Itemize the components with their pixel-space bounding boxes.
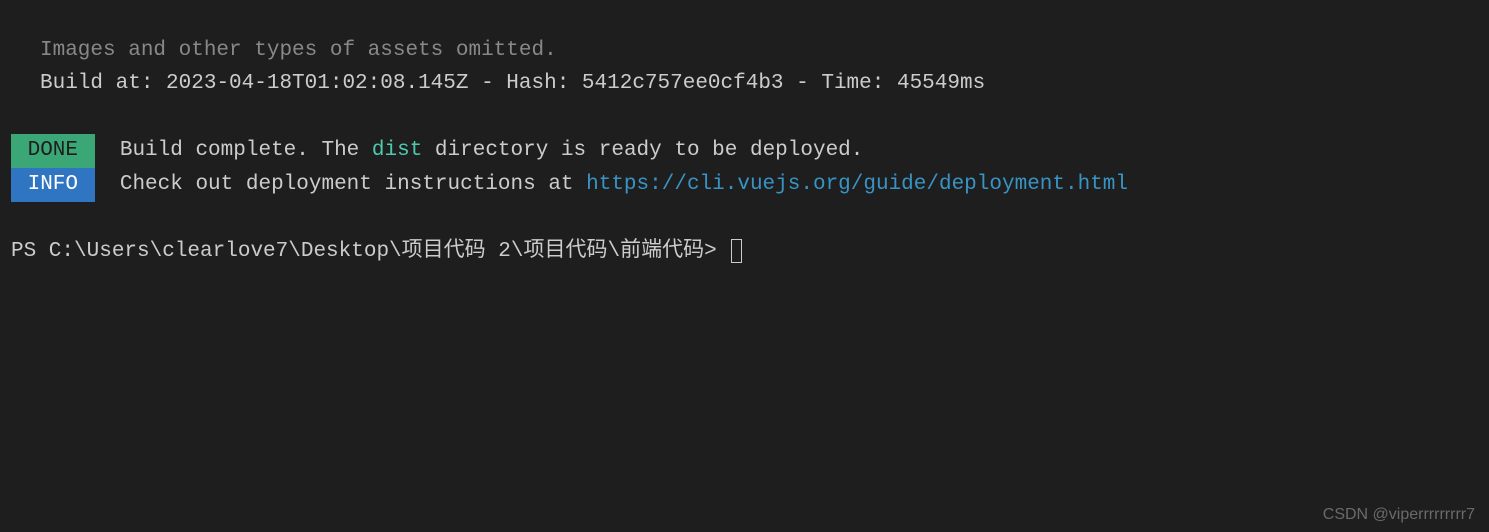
dist-directory: dist — [372, 139, 422, 162]
shell-prompt: PS C:\Users\clearlove7\Desktop\项目代码 2\项目… — [11, 240, 729, 263]
build-hash: 5412c757ee0cf4b3 — [582, 72, 784, 95]
done-msg-post: directory is ready to be deployed. — [422, 139, 863, 162]
info-badge: INFO — [11, 168, 95, 202]
done-badge: DONE — [11, 134, 95, 168]
done-line: DONE Build complete. The dist directory … — [0, 134, 1489, 168]
assets-omitted-line: Images and other types of assets omitted… — [0, 34, 1489, 68]
deployment-url-link[interactable]: https://cli.vuejs.org/guide/deployment.h… — [586, 173, 1128, 196]
done-msg-pre: Build complete. The — [120, 139, 372, 162]
blank-line — [0, 0, 1489, 34]
build-timestamp: 2023-04-18T01:02:08.145Z — [166, 72, 468, 95]
build-at-label: Build at: — [40, 72, 166, 95]
time-separator: - Time: — [784, 72, 897, 95]
hash-separator: - Hash: — [468, 72, 581, 95]
terminal-output[interactable]: Images and other types of assets omitted… — [0, 0, 1489, 269]
blank-line — [0, 202, 1489, 236]
watermark-text: CSDN @viperrrrrrrrr7 — [1323, 506, 1475, 524]
build-info-line: Build at: 2023-04-18T01:02:08.145Z - Has… — [0, 67, 1489, 101]
cursor-icon — [731, 239, 742, 263]
build-time: 45549ms — [897, 72, 985, 95]
info-line: INFO Check out deployment instructions a… — [0, 168, 1489, 202]
blank-line — [0, 101, 1489, 135]
info-msg-pre: Check out deployment instructions at — [120, 173, 586, 196]
prompt-line[interactable]: PS C:\Users\clearlove7\Desktop\项目代码 2\项目… — [0, 235, 1489, 269]
